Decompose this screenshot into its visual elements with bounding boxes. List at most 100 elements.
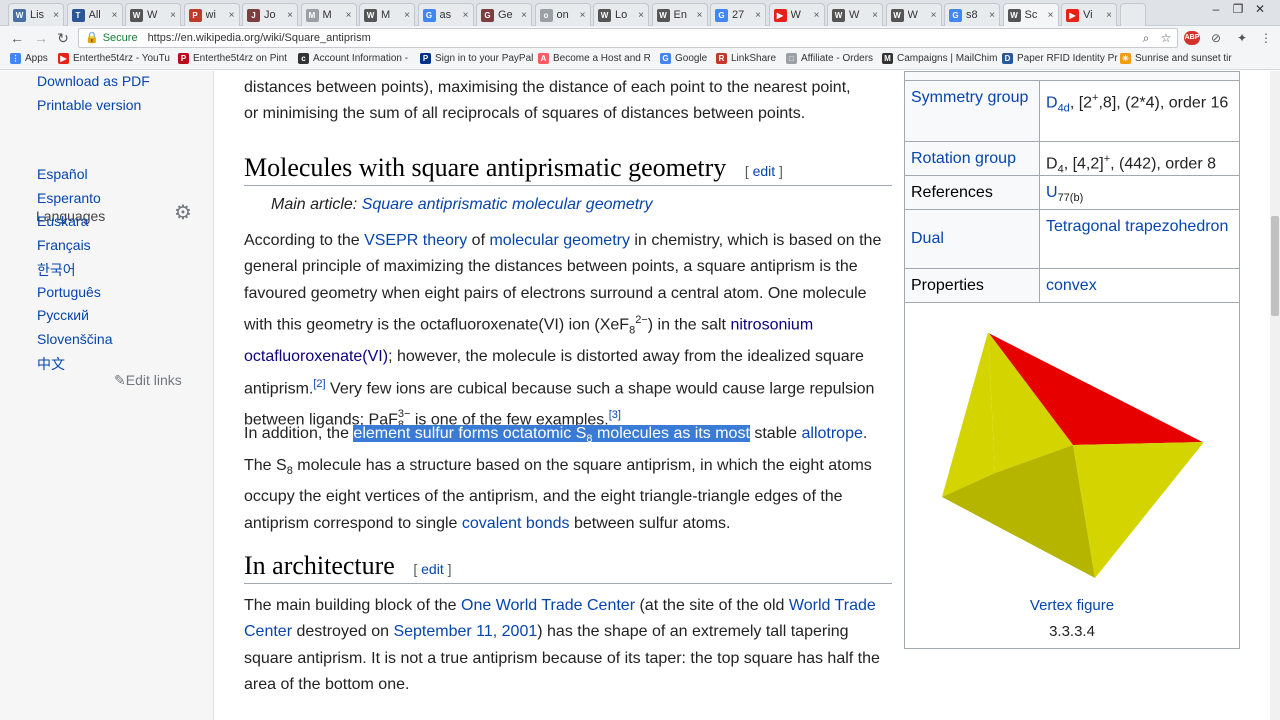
tab-close-icon[interactable]: × [989,10,995,21]
language-link[interactable]: Français [37,237,91,253]
dual-link[interactable]: Dual [911,230,944,247]
reload-icon[interactable]: ↻ [54,30,72,47]
star-icon[interactable]: ☆ [1158,31,1174,45]
edit-link-architecture[interactable]: edit [421,561,444,577]
browser-tab[interactable]: W Lo × [593,3,649,26]
browser-tab[interactable]: W Lis × [8,3,64,26]
minimize-icon[interactable]: – [1204,2,1228,16]
bookmark-item[interactable]: ✳ Sunrise and sunset tir [1120,53,1232,64]
language-link[interactable]: Русский [37,307,89,323]
vertex-figure-image[interactable] [905,303,1239,593]
tab-close-icon[interactable]: × [580,10,586,21]
covalent-bonds-link[interactable]: covalent bonds [462,515,570,532]
browser-tab[interactable]: ▶ Vi × [1061,3,1117,26]
molecular-geometry-link[interactable]: molecular geometry [489,232,630,249]
symmetry-group-link[interactable]: Symmetry group [911,89,1028,106]
browser-tab[interactable]: T All × [66,3,123,26]
browser-tab[interactable]: Gas × [417,3,474,26]
gear-icon[interactable]: ⚙ [174,200,192,225]
convex-link[interactable]: convex [1046,277,1097,294]
new-tab-button[interactable] [1119,3,1146,26]
bookmark-item[interactable]: ▶ Enterthe5t4rz - YouTu [58,53,170,64]
tab-close-icon[interactable]: × [1048,10,1054,21]
browser-tab[interactable]: o on × [534,3,591,26]
tab-close-icon[interactable]: × [463,10,469,21]
printable-version-link[interactable]: Printable version [37,97,141,113]
tab-close-icon[interactable]: × [638,10,644,21]
u77b-link[interactable]: U [1046,184,1058,201]
vertex-figure-caption[interactable]: Vertex figure [905,597,1239,614]
bookmark-item[interactable]: D Paper RFID Identity Pr [1002,53,1118,64]
tab-close-icon[interactable]: × [1106,10,1112,21]
bookmark-item[interactable]: c Account Information - [298,53,408,64]
browser-tab[interactable]: W En × [651,3,708,26]
vsepr-link[interactable]: VSEPR theory [364,232,467,249]
language-link[interactable]: Português [37,284,101,300]
menu-icon[interactable]: ⋮ [1258,31,1274,45]
zoom-icon[interactable]: ⌕ [1138,31,1154,46]
tab-close-icon[interactable]: × [521,10,527,21]
bookmark-item[interactable]: M Campaigns | MailChim [882,53,997,64]
browser-tab[interactable]: M M × [300,3,357,26]
forward-icon[interactable]: → [32,30,50,46]
tab-close-icon[interactable]: × [931,10,937,21]
tab-close-icon[interactable]: × [287,10,293,21]
bookmark-item[interactable]: □ Affiliate - Orders [786,53,873,64]
back-icon[interactable]: ← [8,30,26,46]
tab-close-icon[interactable]: × [346,10,352,21]
tab-close-icon[interactable]: × [814,10,820,21]
language-link[interactable]: Slovenščina [37,331,113,347]
browser-tab[interactable]: W M × [359,3,415,26]
bookmark-item[interactable]: A Become a Host and R [538,53,651,64]
close-window-icon[interactable]: ✕ [1248,2,1272,16]
ref-2-link[interactable]: [2] [313,378,325,390]
browser-tab[interactable]: ▶ W × [768,3,825,26]
extension-icon[interactable]: ✦ [1234,31,1250,45]
block-icon[interactable]: ⊘ [1208,31,1224,45]
tab-close-icon[interactable]: × [755,10,761,21]
browser-tab[interactable]: W W × [885,3,942,26]
download-pdf-link[interactable]: Download as PDF [37,73,150,89]
scrollbar-thumb[interactable] [1271,216,1279,316]
main-article-link[interactable]: Square antiprismatic molecular geometry [362,196,653,213]
adblock-icon[interactable]: ABP [1184,31,1200,45]
browser-tab[interactable]: W Sc × [1002,3,1059,26]
url-bar[interactable]: 🔒 Secure https://en.wikipedia.org/wiki/Squ… [78,28,1178,48]
tab-close-icon[interactable]: × [872,10,878,21]
d4d-sub[interactable]: 4d [1058,103,1070,115]
ref-3-link[interactable]: [3] [609,409,621,421]
browser-tab[interactable]: Pwi × [183,3,240,26]
browser-tab[interactable]: W W × [827,3,883,26]
browser-tab[interactable]: Gs8 × [944,3,1000,26]
language-link[interactable]: Euskara [37,213,88,229]
tab-close-icon[interactable]: × [697,10,703,21]
language-link[interactable]: 中文 [37,354,65,374]
one-world-trade-center-link[interactable]: One World Trade Center [461,597,635,614]
rotation-group-link[interactable]: Rotation group [911,150,1016,167]
browser-tab[interactable]: G 27 × [710,3,766,26]
maximize-icon[interactable]: ❐ [1226,2,1250,16]
browser-tab[interactable]: J Jo × [242,3,298,26]
tab-close-icon[interactable]: × [170,10,176,21]
bookmark-item[interactable]: ⋮ Apps [10,53,48,64]
browser-tab[interactable]: W W × [125,3,181,26]
tab-close-icon[interactable]: × [53,10,59,21]
edit-link-molecules[interactable]: edit [753,163,776,179]
bookmark-item[interactable]: P Enterthe5t4rz on Pint [178,53,287,64]
language-link[interactable]: Esperanto [37,190,101,206]
d4d-link[interactable]: D [1046,94,1058,111]
bookmark-item[interactable]: R LinkShare [716,53,776,64]
edit-links[interactable]: ✎Edit links [114,372,182,389]
allotrope-link[interactable]: allotrope [802,425,863,442]
september-11-link[interactable]: September 11, 2001 [393,623,537,640]
language-link[interactable]: 한국어 [37,260,76,280]
browser-tab[interactable]: G Ge × [476,3,532,26]
scrollbar[interactable] [1270,71,1280,720]
language-link[interactable]: Español [37,166,88,182]
tab-close-icon[interactable]: × [112,10,118,21]
tab-close-icon[interactable]: × [229,10,235,21]
tab-close-icon[interactable]: × [404,10,410,21]
selected-text[interactable]: element sulfur forms octatomic S8 molecu… [353,425,750,445]
tetragonal-trapezohedron-link[interactable]: Tetragonal trapezohedron [1046,218,1228,235]
bookmark-item[interactable]: G Google [660,53,707,64]
